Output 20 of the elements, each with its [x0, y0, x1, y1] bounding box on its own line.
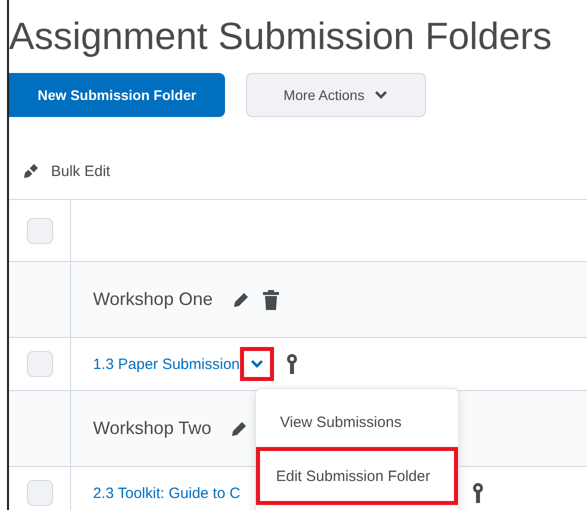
- menu-item[interactable]: Edit Submission Folder: [256, 447, 458, 505]
- caret-icon: [250, 359, 264, 369]
- group-name: Workshop Two: [93, 418, 212, 439]
- pencil-icon: [21, 161, 41, 181]
- page-title: Assignment Submission Folders: [9, 15, 553, 60]
- bulk-edit-button[interactable]: Bulk Edit: [21, 161, 110, 181]
- checkbox[interactable]: [26, 218, 52, 244]
- key-icon: [472, 482, 484, 504]
- checkbox[interactable]: [26, 351, 52, 377]
- more-actions-button[interactable]: More Actions: [246, 73, 426, 117]
- menu-item[interactable]: View Submissions: [260, 397, 454, 447]
- caret-icon: [374, 90, 388, 100]
- folder-link[interactable]: 2.3 Toolkit: Guide to C: [93, 484, 240, 502]
- folder-link[interactable]: 1.3 Paper Submission: [93, 356, 240, 372]
- dropdown-button[interactable]: [240, 347, 274, 381]
- checkbox[interactable]: [26, 480, 52, 506]
- new-folder-button[interactable]: New Submission Folder: [9, 73, 225, 117]
- group-name: Workshop One: [93, 289, 213, 310]
- key-icon: [286, 353, 298, 375]
- trash-icon[interactable]: [262, 290, 279, 310]
